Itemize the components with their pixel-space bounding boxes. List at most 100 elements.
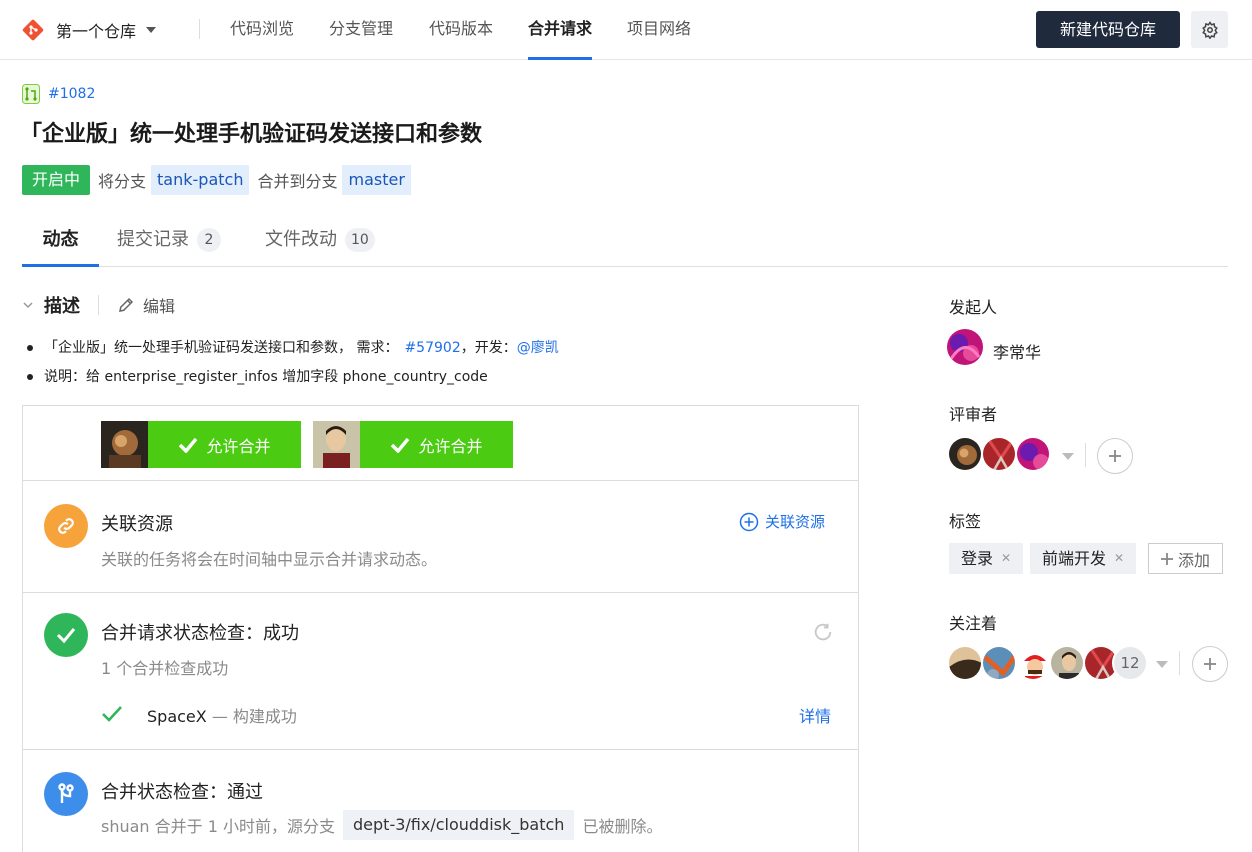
add-watcher-button[interactable] (1192, 646, 1228, 682)
avatar[interactable] (1049, 645, 1085, 681)
description-text: ，开发： (460, 340, 517, 356)
repo-switcher[interactable]: 第一个仓库 (22, 18, 157, 42)
label-tag-text: 前端开发 (1042, 549, 1107, 568)
commits-count: 2 (197, 228, 221, 252)
approvals-row: 允许合并 允许合并 (23, 406, 858, 481)
approve-label: 允许合并 (418, 436, 483, 456)
nav-tab-network[interactable]: 项目网络 (627, 0, 691, 60)
mr-id: #1082 (22, 84, 95, 104)
section-title: 合并请求状态检查：成功 (101, 623, 299, 644)
author-label: 发起人 (949, 298, 998, 317)
close-icon[interactable]: ✕ (1114, 543, 1124, 574)
status-badge: 开启中 (22, 165, 91, 195)
mr-meta: 开启中 将分支 tank-patch 合并到分支 master (22, 165, 411, 195)
mr-tabs: 动态 提交记录 2 文件改动 10 (22, 218, 1228, 267)
avatar[interactable] (981, 436, 1017, 472)
link-icon (44, 504, 88, 548)
merge-status-text: 已被删除。 (582, 817, 663, 836)
add-label-button[interactable]: 添加 (1148, 543, 1223, 574)
chevron-down-icon[interactable] (1156, 661, 1168, 668)
edit-label: 编辑 (143, 297, 176, 316)
description-text: 「企业版」统一处理手机验证码发送接口和参数， 需求： (44, 340, 399, 356)
gear-icon (1201, 20, 1218, 39)
add-reviewer-button[interactable] (1097, 438, 1133, 474)
check-item-status: — 构建成功 (211, 707, 297, 726)
repo-name[interactable]: 第一个仓库 (56, 18, 136, 42)
more-watchers-count[interactable]: 12 (1112, 645, 1148, 681)
link-resource-label: 关联资源 (765, 513, 826, 531)
avatar[interactable] (981, 645, 1017, 681)
issue-link[interactable]: #57902 (398, 340, 460, 356)
new-repo-button[interactable]: 新建代码仓库 (1036, 11, 1180, 48)
section-title: 关联资源 (101, 514, 173, 535)
label-tag: 前端开发 ✕ (1030, 543, 1137, 574)
approval-item: 允许合并 (101, 421, 301, 468)
settings-button[interactable] (1191, 11, 1228, 48)
description-text: 说明：给 enterprise_register_infos 增加字段 phon… (44, 369, 488, 385)
page-title: 「企业版」统一处理手机验证码发送接口和参数 (20, 122, 483, 147)
chevron-down-icon[interactable] (146, 27, 157, 33)
collapse-chevron-icon[interactable] (22, 300, 34, 310)
labels-label: 标签 (949, 512, 982, 531)
divider (1179, 651, 1180, 675)
merge-status-section: 合并状态检查：通过 shuan 合并于 1 小时前，源分支 dept-3/fix… (23, 750, 858, 852)
status-check-section: 合并请求状态检查：成功 1 个合并检查成功 SpaceX — 构建成功 详情 (23, 593, 858, 750)
to-branch-text: 合并到分支 (257, 172, 338, 191)
section-subtitle: 关联的任务将会在时间轴中显示合并请求动态。 (101, 550, 438, 569)
divider (1085, 443, 1086, 467)
from-branch-text: 将分支 (98, 172, 147, 191)
check-item: SpaceX — 构建成功 (147, 703, 297, 727)
description-title: 描述 (44, 296, 80, 317)
avatar[interactable] (1015, 645, 1051, 681)
mr-number[interactable]: #1082 (48, 86, 95, 102)
edit-button[interactable]: 编辑 (117, 293, 175, 317)
author-name[interactable]: 李常华 (993, 339, 1041, 363)
nav-tab-releases[interactable]: 代码版本 (429, 0, 493, 60)
nav-tab-branches[interactable]: 分支管理 (329, 0, 393, 60)
git-logo-icon (22, 19, 44, 41)
refresh-icon[interactable] (812, 621, 834, 643)
chevron-down-icon[interactable] (1062, 453, 1074, 460)
tab-files[interactable]: 文件改动 10 (265, 218, 375, 267)
avatar[interactable] (947, 645, 983, 681)
watchers-label: 关注着 (949, 614, 998, 633)
description-line-2: 说明：给 enterprise_register_infos 增加字段 phon… (27, 366, 488, 386)
avatar (313, 421, 360, 468)
reviewers-label: 评审者 (949, 405, 998, 424)
tab-commits-label: 提交记录 (117, 229, 189, 250)
target-branch[interactable]: master (342, 165, 411, 195)
details-link[interactable]: 详情 (799, 703, 831, 727)
approve-button[interactable]: 允许合并 (360, 421, 513, 468)
avatar[interactable] (1015, 436, 1051, 472)
deleted-branch: dept-3/fix/clouddisk_batch (343, 810, 575, 840)
approve-button[interactable]: 允许合并 (148, 421, 301, 468)
close-icon[interactable]: ✕ (1001, 543, 1011, 574)
plus-icon (1109, 450, 1121, 462)
tab-activity-label: 动态 (42, 229, 79, 250)
success-check-icon (44, 613, 88, 657)
description-header: 描述 编辑 (22, 292, 175, 318)
description-line-1: 「企业版」统一处理手机验证码发送接口和参数， 需求： #57902，开发：@廖凯 (27, 337, 559, 357)
avatar[interactable] (947, 436, 983, 472)
top-navbar: 第一个仓库 代码浏览 分支管理 代码版本 合并请求 项目网络 新建代码仓库 (0, 0, 1252, 60)
merge-status-detail: shuan 合并于 1 小时前，源分支 dept-3/fix/clouddisk… (101, 810, 662, 840)
merge-status-text: shuan 合并于 1 小时前，源分支 (101, 817, 336, 836)
avatar[interactable] (947, 329, 983, 365)
approval-item: 允许合并 (313, 421, 513, 468)
link-resource-button[interactable]: 关联资源 (739, 511, 825, 532)
add-label-text: 添加 (1177, 550, 1210, 570)
linked-resources-section: 关联资源 关联的任务将会在时间轴中显示合并请求动态。 关联资源 (23, 481, 858, 593)
tab-activity[interactable]: 动态 (22, 218, 99, 267)
label-tag: 登录 ✕ (949, 543, 1024, 574)
label-tag-text: 登录 (961, 549, 994, 568)
approve-label: 允许合并 (206, 436, 271, 456)
developer-mention[interactable]: @廖凯 (517, 340, 559, 356)
files-count: 10 (345, 228, 375, 252)
nav-tab-code-browse[interactable]: 代码浏览 (230, 0, 294, 60)
nav-tab-merge-requests[interactable]: 合并请求 (528, 0, 593, 60)
section-title: 合并状态检查：通过 (101, 782, 263, 803)
check-icon (179, 437, 198, 453)
tab-commits[interactable]: 提交记录 2 (117, 218, 221, 267)
source-branch[interactable]: tank-patch (151, 165, 250, 195)
pencil-icon (119, 297, 134, 312)
